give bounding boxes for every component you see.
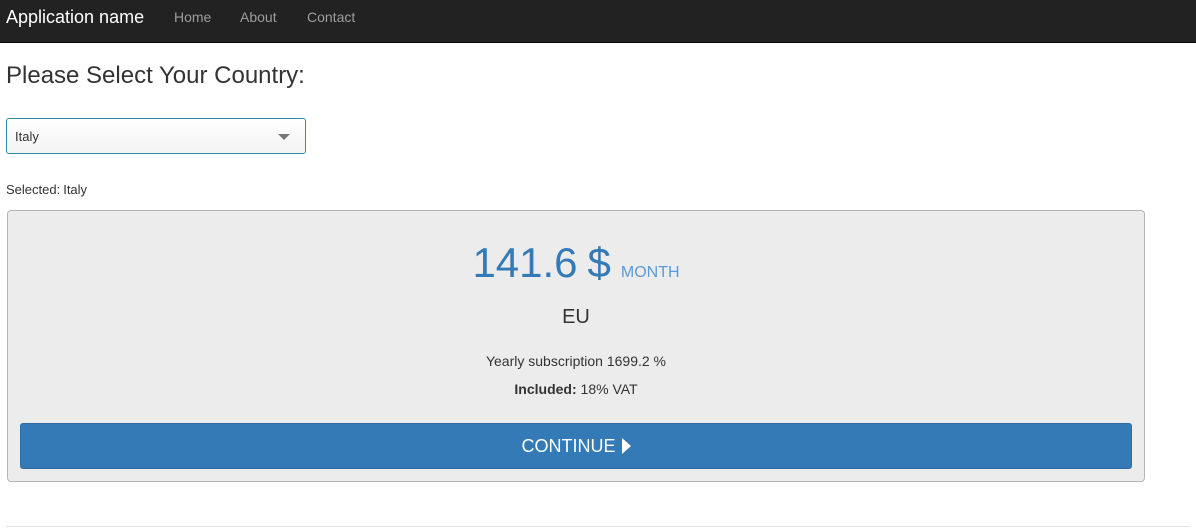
pricing-panel: 141.6 $ MONTH EU Yearly subscription 1699.… (7, 210, 1145, 482)
footer-divider (6, 526, 1190, 527)
included-label: Included: (514, 381, 577, 397)
continue-button[interactable]: CONTINUE (20, 423, 1132, 469)
included-value: 18% VAT (580, 381, 638, 397)
nav-link-about[interactable]: About (240, 9, 277, 25)
selected-country-value: Italy (63, 182, 88, 197)
play-icon (621, 438, 631, 454)
selected-label: Selected: (6, 182, 61, 197)
chevron-down-icon (278, 134, 290, 140)
price-line: 141.6 $ MONTH (8, 241, 1144, 295)
region-label: EU (562, 306, 590, 328)
price-period: MONTH (620, 264, 680, 281)
country-select-value: Italy (15, 129, 39, 144)
country-select[interactable]: Italy (6, 118, 306, 154)
yearly-subscription-text: Yearly subscription 1699.2 % (485, 353, 667, 369)
top-navbar: Application name Home About Contact (0, 0, 1196, 43)
nav-link-contact[interactable]: Contact (307, 9, 355, 25)
page-title: Please Select Your Country: (6, 62, 305, 89)
nav-link-home[interactable]: Home (174, 9, 211, 25)
included-text: Included: 18% VAT (8, 381, 1144, 397)
selected-country-text: Selected: Italy (6, 182, 87, 197)
continue-label: CONTINUE (521, 436, 616, 456)
price-amount: 141.6 (472, 239, 578, 286)
price-currency: $ (587, 239, 611, 286)
brand-link[interactable]: Application name (6, 7, 144, 27)
